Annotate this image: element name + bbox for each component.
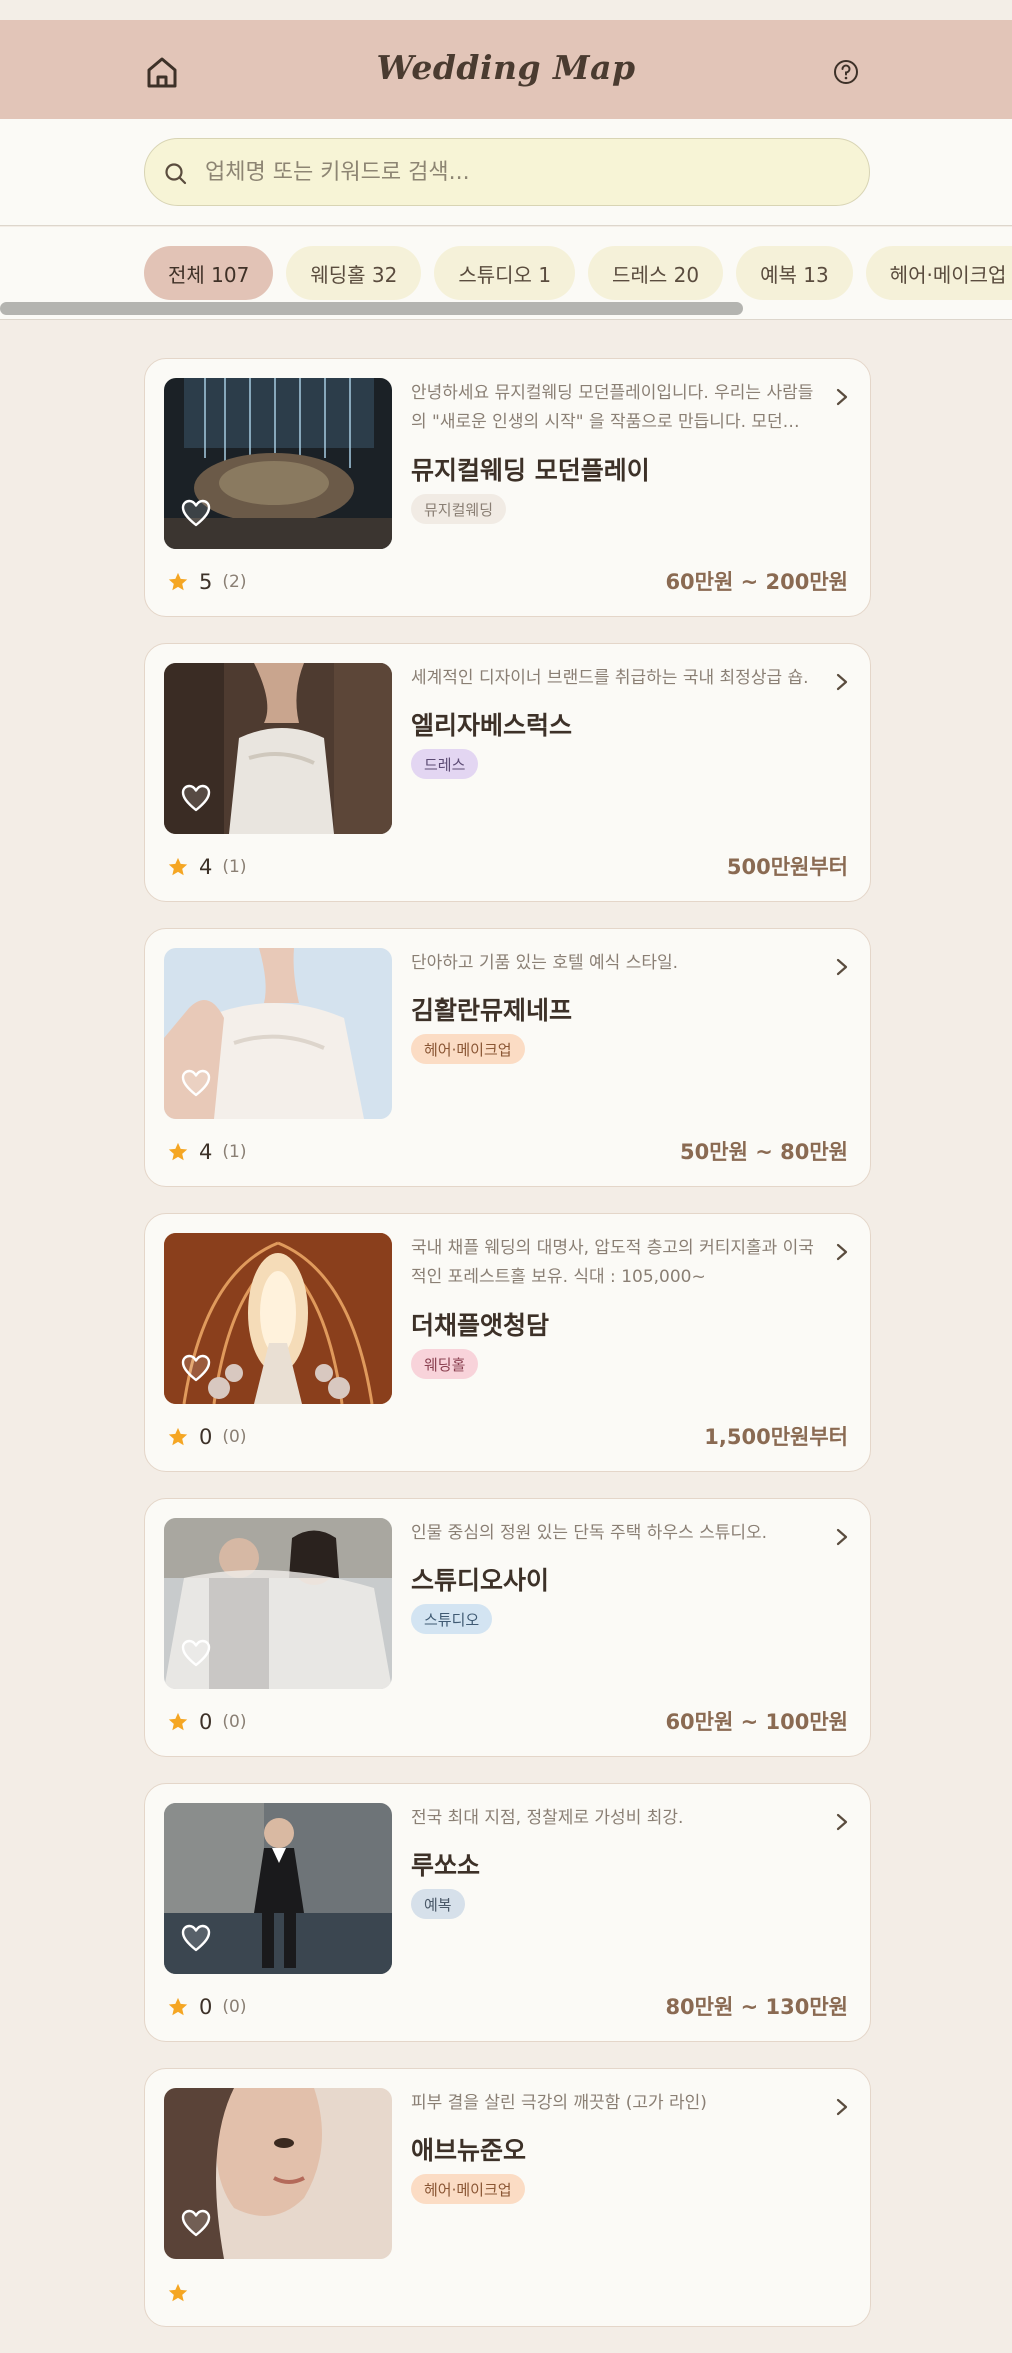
rating-score: 0 [199, 1425, 213, 1449]
listing-thumbnail[interactable] [164, 1233, 392, 1404]
category-chip[interactable]: 스튜디오 1 [434, 246, 576, 300]
listing-thumbnail[interactable] [164, 948, 392, 1119]
category-tag: 헤어·메이크업 [411, 1034, 525, 1064]
listing-description: 국내 채플 웨딩의 대명사, 압도적 층고의 커티지홀과 이국적인 포레스트홀 … [411, 1238, 814, 1287]
category-tag: 헤어·메이크업 [411, 2174, 525, 2204]
star-icon [168, 1142, 188, 1161]
horizontal-scrollbar[interactable] [0, 302, 743, 315]
rating-score: 0 [199, 1995, 213, 2019]
review-count: (1) [222, 1142, 247, 1162]
review-count: (0) [222, 1427, 247, 1447]
heart-icon[interactable] [180, 1638, 212, 1668]
rating-score: 4 [199, 1140, 213, 1164]
price-range: 60만원 ~ 100만원 [665, 1710, 848, 1734]
listing-thumbnail[interactable] [164, 1518, 392, 1689]
app-header: Wedding Map [0, 20, 1012, 119]
review-count: (1) [222, 857, 247, 877]
search-box[interactable] [144, 138, 870, 206]
heart-icon[interactable] [180, 1068, 212, 1098]
category-chip[interactable]: 드레스 20 [588, 246, 724, 300]
listing-card[interactable]: 전국 최대 지점, 정찰제로 가성비 최강. 루쏘소 예복 0 (0) 80만원… [144, 1783, 871, 2042]
listing-description: 인물 중심의 정원 있는 단독 주택 하우스 스튜디오. [411, 1523, 768, 1543]
price-range: 80만원 ~ 130만원 [665, 1995, 848, 2019]
search-area [0, 119, 1012, 226]
listing-thumbnail[interactable] [164, 663, 392, 834]
category-chip[interactable]: 헤어·메이크업 2 [865, 246, 1012, 300]
price-range: 500만원부터 [726, 855, 848, 879]
star-icon [168, 572, 188, 591]
category-tag: 웨딩홀 [411, 1349, 479, 1379]
review-count: (0) [222, 1712, 247, 1732]
listing-thumbnail[interactable] [164, 378, 392, 549]
listing-description: 안녕하세요 뮤지컬웨딩 모던플레이입니다. 우리는 사람들의 "새로운 인생의 … [411, 383, 814, 432]
rating: 0 (0) [167, 1995, 246, 2019]
listing-name: 김활란뮤제네프 [411, 996, 573, 1025]
listing-thumbnail[interactable] [164, 2088, 392, 2259]
star-icon [168, 2283, 188, 2302]
listing-description: 세계적인 디자이너 브랜드를 취급하는 국내 최정상급 숍. [411, 668, 809, 688]
heart-icon[interactable] [180, 1923, 212, 1953]
rating: 4 (1) [167, 855, 246, 879]
listing-card[interactable]: 단아하고 기품 있는 호텔 예식 스타일. 김활란뮤제네프 헤어·메이크업 4 … [144, 928, 871, 1187]
price-range: 1,500만원부터 [704, 1425, 848, 1449]
listing-name: 엘리자베스럭스 [411, 711, 573, 740]
heart-icon[interactable] [180, 1353, 212, 1383]
help-circle-icon[interactable] [830, 56, 862, 88]
listing-name: 뮤지컬웨딩 모던플레이 [411, 456, 650, 485]
review-count: (0) [222, 1997, 247, 2017]
listing-card[interactable]: 안녕하세요 뮤지컬웨딩 모던플레이입니다. 우리는 사람들의 "새로운 인생의 … [144, 358, 871, 617]
status-strip [0, 0, 1012, 20]
category-tag: 스튜디오 [411, 1604, 493, 1634]
search-icon [165, 163, 187, 185]
star-icon [168, 1712, 188, 1731]
rating-score: 4 [199, 855, 213, 879]
price-range: 50만원 ~ 80만원 [680, 1140, 848, 1164]
rating-score: 5 [199, 570, 213, 594]
listing-list: 안녕하세요 뮤지컬웨딩 모던플레이입니다. 우리는 사람들의 "새로운 인생의 … [144, 358, 871, 2353]
category-filter-bar: 전체 107 웨딩홀 32 스튜디오 1 드레스 20 예복 13 헤어·메이크업 2 [0, 227, 1012, 320]
listing-card[interactable]: 세계적인 디자이너 브랜드를 취급하는 국내 최정상급 숍. 엘리자베스럭스 드… [144, 643, 871, 902]
chevron-right-icon[interactable] [834, 957, 850, 977]
category-tag: 뮤지컬웨딩 [411, 494, 507, 524]
rating: 0 (0) [167, 1710, 246, 1734]
chevron-right-icon[interactable] [834, 2097, 850, 2117]
listing-name: 더채플앳청담 [411, 1311, 550, 1340]
review-count: (2) [222, 572, 247, 592]
category-chip[interactable]: 예복 13 [736, 246, 853, 300]
rating: 4 (1) [167, 1140, 246, 1164]
star-icon [168, 857, 188, 876]
category-tag: 드레스 [411, 749, 479, 779]
star-icon [168, 1997, 188, 2016]
listing-card[interactable]: 인물 중심의 정원 있는 단독 주택 하우스 스튜디오. 스튜디오사이 스튜디오… [144, 1498, 871, 1757]
listing-card[interactable]: 국내 채플 웨딩의 대명사, 압도적 층고의 커티지홀과 이국적인 포레스트홀 … [144, 1213, 871, 1472]
heart-icon[interactable] [180, 498, 212, 528]
listing-description: 단아하고 기품 있는 호텔 예식 스타일. [411, 953, 679, 973]
category-chip[interactable]: 전체 107 [144, 246, 274, 300]
heart-icon[interactable] [180, 2208, 212, 2238]
search-input[interactable] [205, 151, 845, 193]
category-chip[interactable]: 웨딩홀 32 [286, 246, 422, 300]
chevron-right-icon[interactable] [834, 387, 850, 407]
rating-score: 0 [199, 1710, 213, 1734]
listing-name: 루쏘소 [411, 1851, 481, 1880]
listing-description: 전국 최대 지점, 정찰제로 가성비 최강. [411, 1808, 684, 1828]
star-icon [168, 1427, 188, 1446]
chevron-right-icon[interactable] [834, 1242, 850, 1262]
rating [167, 2282, 209, 2304]
category-tag: 예복 [411, 1889, 465, 1919]
listing-thumbnail[interactable] [164, 1803, 392, 1974]
rating: 0 (0) [167, 1425, 246, 1449]
chevron-right-icon[interactable] [834, 1527, 850, 1547]
listing-name: 스튜디오사이 [411, 1566, 550, 1595]
rating: 5 (2) [167, 570, 246, 594]
price-range: 60만원 ~ 200만원 [665, 570, 848, 594]
heart-icon[interactable] [180, 783, 212, 813]
chevron-right-icon[interactable] [834, 1812, 850, 1832]
chevron-right-icon[interactable] [834, 672, 850, 692]
listing-card[interactable]: 피부 결을 살린 극강의 깨끗함 (고가 라인) 애브뉴준오 헤어·메이크업 [144, 2068, 871, 2327]
listing-description: 피부 결을 살린 극강의 깨끗함 (고가 라인) [411, 2093, 707, 2113]
listing-name: 애브뉴준오 [411, 2136, 527, 2165]
